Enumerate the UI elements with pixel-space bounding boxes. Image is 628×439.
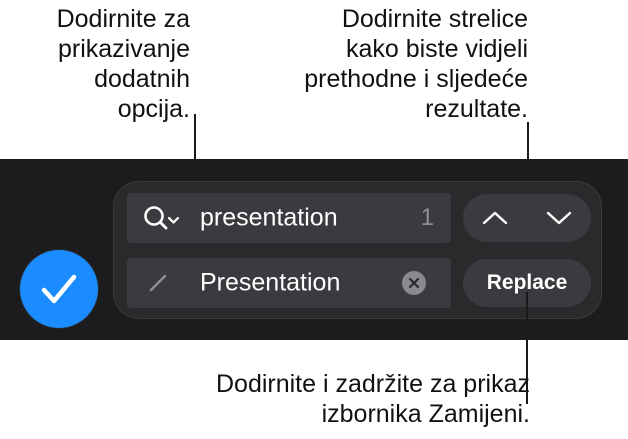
- clear-button[interactable]: [402, 271, 426, 295]
- search-options-button[interactable]: [141, 202, 185, 234]
- match-count: 1: [420, 204, 434, 231]
- callout-replace-menu: Dodirnite i zadržite za prikaz izbornika…: [100, 369, 530, 429]
- callout-line: izbornika Zamijeni.: [321, 400, 530, 428]
- replace-field[interactable]: Presentation: [127, 258, 451, 308]
- search-chevron-icon: [144, 206, 180, 230]
- callout-line: prethodne i sljedeće: [304, 65, 528, 93]
- callout-search-options: Dodirnite za prikazivanje dodatnih opcij…: [0, 4, 190, 124]
- search-input[interactable]: presentation: [200, 204, 338, 233]
- callout-line: Dodirnite za: [56, 5, 190, 33]
- callout-navigation-arrows: Dodirnite strelice kako biste vidjeli pr…: [248, 4, 528, 124]
- replace-input[interactable]: Presentation: [200, 269, 340, 298]
- next-result-button[interactable]: [527, 194, 591, 242]
- callout-line: dodatnih: [94, 65, 190, 93]
- done-button[interactable]: [20, 250, 98, 328]
- callout-line: Dodirnite strelice: [341, 5, 528, 33]
- search-field[interactable]: presentation 1: [127, 193, 451, 243]
- chevron-up-icon: [482, 211, 508, 225]
- find-replace-panel: presentation 1 Presentation Replace: [113, 181, 602, 319]
- result-navigation: [463, 194, 591, 242]
- clear-x-icon: [408, 277, 420, 289]
- callout-line: prikazivanje: [57, 35, 190, 63]
- chevron-down-icon: [546, 211, 572, 225]
- checkmark-icon: [41, 274, 77, 304]
- callout-line: Dodirnite i zadržite za prikaz: [215, 370, 530, 398]
- callout-line: rezultate.: [425, 95, 528, 123]
- callout-line: opcija.: [117, 95, 190, 123]
- previous-result-button[interactable]: [463, 194, 527, 242]
- callout-line: kako biste vidjeli: [345, 35, 528, 63]
- pencil-icon: [149, 274, 167, 292]
